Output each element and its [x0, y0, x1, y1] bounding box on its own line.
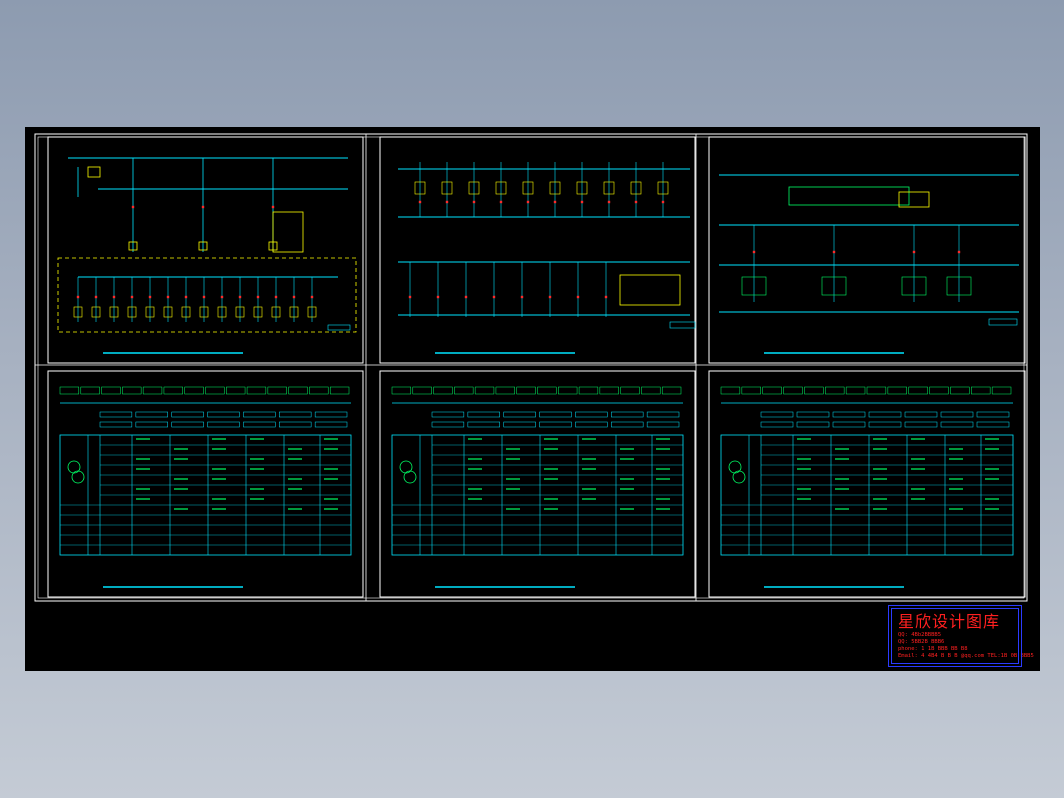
- sheet-5: [379, 370, 696, 598]
- sheet-2: [379, 136, 696, 364]
- electrical-schematic-drawing: [34, 133, 1028, 602]
- stamp-line-1: QQ: 4Bb2BBBB5: [898, 632, 942, 638]
- stamp-line-2: QQ: 5BB2B BBB6: [898, 639, 945, 645]
- designer-stamp: 星欣设计图库 QQ: 4Bb2BBBB5 QQ: 5BB2B BBB6 phon…: [888, 605, 1034, 667]
- sheet-4: [47, 370, 364, 598]
- stamp-title: 星欣设计图库: [898, 612, 1001, 631]
- stamp-line-3: phone: 1 1B BBB BB B8: [898, 646, 968, 652]
- outer-frame-inner: [37, 136, 1025, 599]
- sheet-6: [708, 370, 1026, 598]
- outer-frame: [34, 133, 1028, 602]
- sheet-1: [47, 136, 364, 364]
- cad-drawing-viewport[interactable]: 星欣设计图库 QQ: 4Bb2BBBB5 QQ: 5BB2B BBB6 phon…: [25, 127, 1040, 671]
- sheet-3: [708, 136, 1026, 364]
- stamp-line-4: Email: 4 4B4 B B B @qq.com TEL:1B 0B BBB…: [898, 653, 1034, 659]
